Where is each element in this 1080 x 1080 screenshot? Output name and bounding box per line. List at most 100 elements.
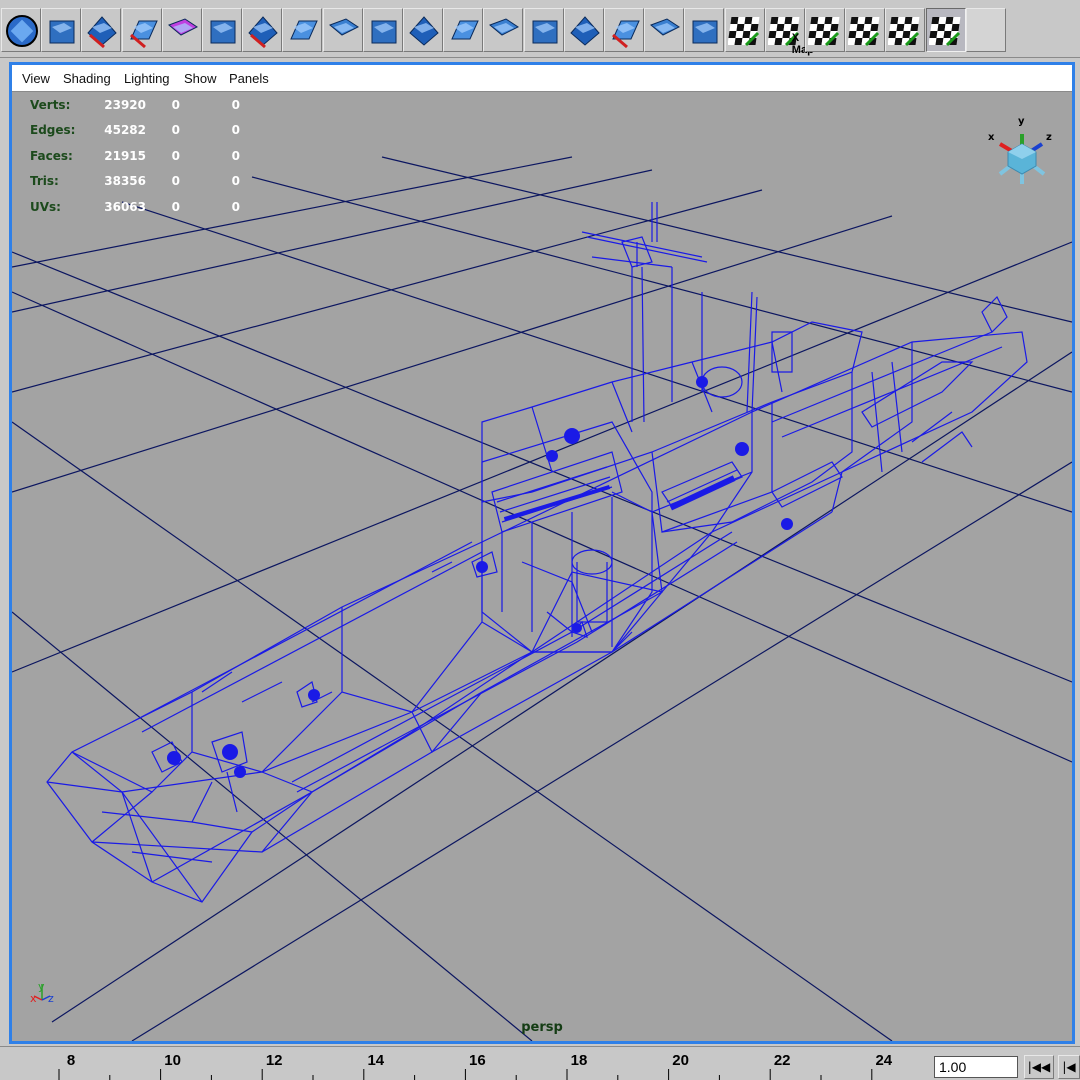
menu-view[interactable]: View <box>22 71 50 86</box>
hud-value-component: 0 <box>231 174 240 189</box>
planar-mapping-icon <box>692 20 718 44</box>
bridge-faces-icon <box>451 20 479 40</box>
poly-cubes-icon <box>49 20 75 44</box>
origin-z-label: z <box>48 992 54 1005</box>
time-tick-label: 10 <box>164 1052 181 1069</box>
time-tick-label: 20 <box>672 1052 689 1069</box>
ground-grid <box>12 156 1072 1041</box>
step-back-button[interactable]: |◀ <box>1058 1055 1080 1079</box>
bevel-button[interactable] <box>362 8 403 52</box>
bridge-faces-button[interactable] <box>443 8 484 52</box>
uv-texture-editor-button[interactable] <box>885 8 926 52</box>
go-to-start-button[interactable]: |◀◀ <box>1024 1055 1054 1079</box>
current-time-field[interactable]: 1.00 <box>934 1056 1018 1078</box>
time-ruler[interactable]: 8 10 12 14 16 18 20 22 24 <box>0 1047 925 1080</box>
view-cube-x-label: x <box>988 132 995 143</box>
poly-cubes-button[interactable] <box>41 8 82 52</box>
extrude-edge-icon <box>328 18 359 36</box>
origin-y-label: y <box>38 980 45 993</box>
automatic-mapping-button[interactable]: X Map <box>764 8 814 56</box>
split-polygon-icon <box>210 20 236 44</box>
collapse-edge-button[interactable] <box>523 8 564 52</box>
collapse-edge-icon <box>532 20 558 44</box>
perspective-viewport[interactable]: y x z x y z Verts: 23920 0 0 Edges: 45282 0 0 Fa… <box>12 92 1072 1041</box>
poly-sphere-combine-icon <box>129 20 158 49</box>
hud-value-selected: 0 <box>171 123 180 138</box>
bevel-icon <box>371 20 397 44</box>
hud-value-selected: 0 <box>171 98 180 112</box>
append-polygon-icon <box>570 16 600 46</box>
hud-value-selected: 0 <box>171 148 180 163</box>
duplicate-face-icon <box>650 18 681 36</box>
extrude-face-icon <box>290 20 319 40</box>
hud-value-component: 0 <box>231 98 240 112</box>
time-tick-label: 12 <box>265 1052 283 1069</box>
hud-value-selected: 0 <box>171 174 180 189</box>
menu-lighting[interactable]: Lighting <box>124 71 170 86</box>
hud-value-selected: 0 <box>171 199 180 214</box>
smooth-button[interactable] <box>403 8 443 52</box>
extrude-face-button[interactable] <box>282 8 323 52</box>
smooth-icon <box>409 16 439 46</box>
poly-cube-select-icon <box>167 18 198 36</box>
poly-sphere-extract-icon <box>87 16 118 49</box>
time-tick-label: 22 <box>773 1052 791 1069</box>
uv-snapshot-button[interactable] <box>925 8 966 52</box>
hud-label: Verts: <box>30 98 71 112</box>
hud-value-total: 45282 <box>104 123 146 138</box>
hud-label: Edges: <box>30 123 76 138</box>
poly-cube-select-button[interactable] <box>161 8 202 52</box>
panel-menubar: View Shading Lighting Show Panels <box>12 65 1072 92</box>
extrude-edge-button[interactable] <box>322 8 363 52</box>
planar-mapping-button[interactable] <box>684 8 725 52</box>
cut-faces-button[interactable] <box>242 8 283 52</box>
hud-value-component: 0 <box>231 199 240 214</box>
subdivide-face-button[interactable] <box>604 8 644 52</box>
subdivide-face-icon <box>612 20 640 49</box>
duplicate-face-button[interactable] <box>644 8 685 52</box>
hud-value-total: 23920 <box>104 98 146 112</box>
merge-vertices-button[interactable] <box>483 8 524 52</box>
hud-value-total: 21915 <box>104 148 146 163</box>
hud-value-component: 0 <box>231 123 240 138</box>
step-back-icon: |◀ <box>1062 1060 1076 1074</box>
go-to-start-icon: |◀◀ <box>1027 1060 1051 1074</box>
cylindrical-mapping-button[interactable] <box>805 8 845 52</box>
spherical-mapping-button[interactable] <box>845 8 886 52</box>
menu-panels[interactable]: Panels <box>229 71 269 86</box>
menu-show[interactable]: Show <box>184 71 217 86</box>
poly-sphere-combine-button[interactable] <box>121 8 162 52</box>
hud-label: UVs: <box>30 199 61 214</box>
hud-value-total: 36063 <box>104 199 146 214</box>
blank-shelf-button[interactable] <box>965 8 1006 52</box>
checker-uv-icon <box>727 17 760 47</box>
hud-label: Tris: <box>30 174 59 189</box>
uv-snapshot-icon <box>928 17 961 47</box>
selection-mask-button[interactable] <box>1 8 41 52</box>
scene-canvas: y x z x y z <box>12 116 1072 1041</box>
cylindrical-mapping-icon <box>808 17 840 47</box>
camera-name-label: persp <box>521 1020 563 1035</box>
view-cube-y-label: y <box>1018 116 1025 127</box>
time-tick-label: 16 <box>469 1052 486 1069</box>
menu-shading[interactable]: Shading <box>63 71 111 86</box>
split-polygon-button[interactable] <box>202 8 242 52</box>
time-tick-label: 24 <box>875 1052 893 1069</box>
selection-mask-icon <box>6 15 38 47</box>
hud-value-component: 0 <box>231 148 240 163</box>
checker-uv-button[interactable] <box>724 8 765 52</box>
ship-wireframe <box>46 202 1028 903</box>
time-tick-label: 14 <box>367 1052 385 1069</box>
hud-value-total: 38356 <box>104 174 146 189</box>
shelf-toolbar: X Map <box>0 0 1080 58</box>
time-tick-label: 8 <box>66 1052 76 1069</box>
ship-fittings <box>167 376 793 778</box>
hud-label: Faces: <box>30 148 73 163</box>
origin-x-label: x <box>30 992 37 1005</box>
time-slider[interactable]: 8 10 12 14 16 18 20 22 24 1.00 |◀◀ |◀ <box>0 1046 1080 1080</box>
merge-vertices-icon <box>489 18 520 36</box>
append-polygon-button[interactable] <box>563 8 604 52</box>
uv-texture-editor-icon <box>888 17 920 47</box>
poly-sphere-extract-button[interactable] <box>81 8 122 52</box>
view-cube-axis-icon[interactable]: y x z <box>988 116 1052 184</box>
